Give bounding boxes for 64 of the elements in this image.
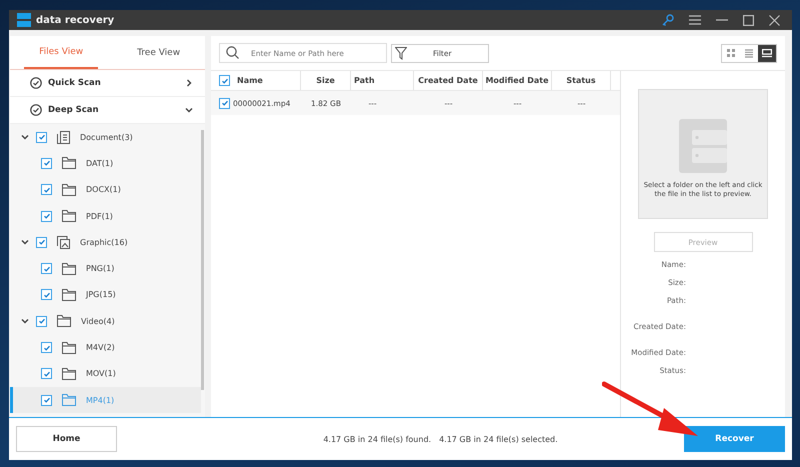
tree-item-label[interactable]: MOV(1) bbox=[86, 369, 116, 378]
checkbox[interactable] bbox=[41, 342, 52, 354]
checkbox[interactable] bbox=[36, 316, 47, 327]
checkbox[interactable] bbox=[41, 210, 52, 222]
filter-icon bbox=[395, 46, 407, 60]
status-text: 4.17 GB in 24 file(s) found. bbox=[323, 434, 432, 444]
scan-mode-label: Deep Scan bbox=[48, 105, 99, 115]
scan-mode-item[interactable]: Quick Scan bbox=[10, 70, 205, 97]
checkbox[interactable] bbox=[41, 184, 52, 196]
tree-item-label[interactable]: M4V(2) bbox=[86, 343, 115, 352]
checkbox[interactable] bbox=[41, 263, 52, 274]
chevron-icon[interactable] bbox=[21, 238, 29, 246]
document-icon bbox=[57, 130, 70, 144]
folder-icon bbox=[62, 288, 76, 301]
tree-item-label[interactable]: Document(3) bbox=[80, 132, 133, 142]
maximize-icon[interactable] bbox=[743, 14, 754, 26]
tree-item-label[interactable]: PNG(1) bbox=[86, 264, 114, 274]
column-header[interactable]: Modified Date bbox=[485, 76, 549, 85]
menu-icon[interactable] bbox=[689, 15, 701, 25]
image-icon bbox=[57, 236, 70, 249]
folder-icon bbox=[62, 342, 76, 354]
home-button[interactable]: Home bbox=[16, 426, 117, 452]
check-circle-icon bbox=[30, 77, 42, 89]
minimize-icon[interactable] bbox=[716, 19, 728, 21]
tree-item-label[interactable]: DOCX(1) bbox=[86, 185, 121, 194]
preview-view-icon[interactable] bbox=[758, 44, 776, 62]
column-header[interactable]: Created Date bbox=[418, 76, 478, 85]
check-circle-icon bbox=[30, 104, 42, 116]
view-tab[interactable]: Tree View bbox=[112, 36, 205, 69]
checkbox[interactable] bbox=[219, 75, 230, 86]
tree-item-label[interactable]: Video(4) bbox=[81, 316, 115, 326]
checkbox[interactable] bbox=[41, 368, 52, 380]
chevron-icon[interactable] bbox=[21, 317, 29, 326]
close-icon[interactable] bbox=[769, 14, 780, 26]
search-icon bbox=[226, 46, 239, 59]
checkbox[interactable] bbox=[36, 236, 47, 248]
folder-icon bbox=[62, 157, 76, 170]
folder-icon bbox=[62, 394, 76, 406]
column-header[interactable]: Status bbox=[566, 76, 596, 85]
chevron-icon[interactable] bbox=[185, 106, 193, 114]
checkbox[interactable] bbox=[41, 394, 52, 406]
folder-icon bbox=[62, 262, 76, 275]
drawer-icon bbox=[679, 118, 727, 173]
scan-mode-label: Quick Scan bbox=[48, 78, 101, 88]
folder-icon bbox=[62, 184, 76, 196]
tree-item-label[interactable]: Graphic(16) bbox=[80, 238, 128, 247]
folder-icon bbox=[62, 210, 76, 222]
tree-item-label[interactable]: DAT(1) bbox=[86, 158, 114, 168]
checkbox[interactable] bbox=[41, 289, 52, 300]
checkbox[interactable] bbox=[36, 132, 47, 143]
checkbox[interactable] bbox=[219, 98, 230, 108]
folder-icon bbox=[62, 368, 76, 380]
column-header[interactable]: Size bbox=[316, 76, 335, 85]
folder-icon bbox=[57, 315, 71, 328]
chevron-icon[interactable] bbox=[185, 79, 193, 87]
checkbox[interactable] bbox=[41, 158, 52, 169]
tree-item-label[interactable]: PDF(1) bbox=[86, 212, 113, 221]
status-text: 4.17 GB in 24 file(s) selected. bbox=[439, 434, 558, 444]
window-title: data recovery bbox=[36, 14, 114, 26]
chevron-icon[interactable] bbox=[21, 133, 29, 142]
tree-item-label[interactable]: JPG(15) bbox=[86, 290, 116, 300]
key-icon[interactable] bbox=[662, 14, 674, 26]
scrollbar[interactable] bbox=[201, 130, 204, 390]
logo-icon bbox=[17, 13, 31, 27]
